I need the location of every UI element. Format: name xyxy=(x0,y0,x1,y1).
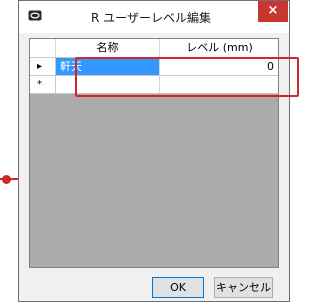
window-title: R ユーザーレベル編集 xyxy=(91,11,211,25)
callout-dot xyxy=(2,175,11,184)
app-icon xyxy=(28,10,42,21)
row-header-new[interactable]: * xyxy=(30,76,56,94)
cell-level[interactable]: 0 xyxy=(160,58,278,76)
cell-name-new[interactable] xyxy=(56,76,160,94)
grid-corner-header xyxy=(30,39,56,58)
row-header-current[interactable]: ▸ xyxy=(30,58,56,76)
column-header-level[interactable]: レベル (mm) xyxy=(160,39,278,58)
cell-level-new[interactable] xyxy=(160,76,278,94)
ok-button[interactable]: OK xyxy=(152,277,204,298)
cancel-button[interactable]: キャンセル xyxy=(214,277,273,298)
column-header-name[interactable]: 名称 xyxy=(56,39,160,58)
title-bar: R ユーザーレベル編集 × xyxy=(19,1,289,33)
level-grid: 名称 レベル (mm) ▸ 軒天 0 * xyxy=(29,38,279,268)
close-button[interactable]: × xyxy=(258,1,288,22)
user-level-edit-dialog: R ユーザーレベル編集 × 名称 レベル (mm) ▸ 軒天 0 * OK キャ… xyxy=(18,0,299,302)
cell-name[interactable]: 軒天 xyxy=(56,58,160,76)
